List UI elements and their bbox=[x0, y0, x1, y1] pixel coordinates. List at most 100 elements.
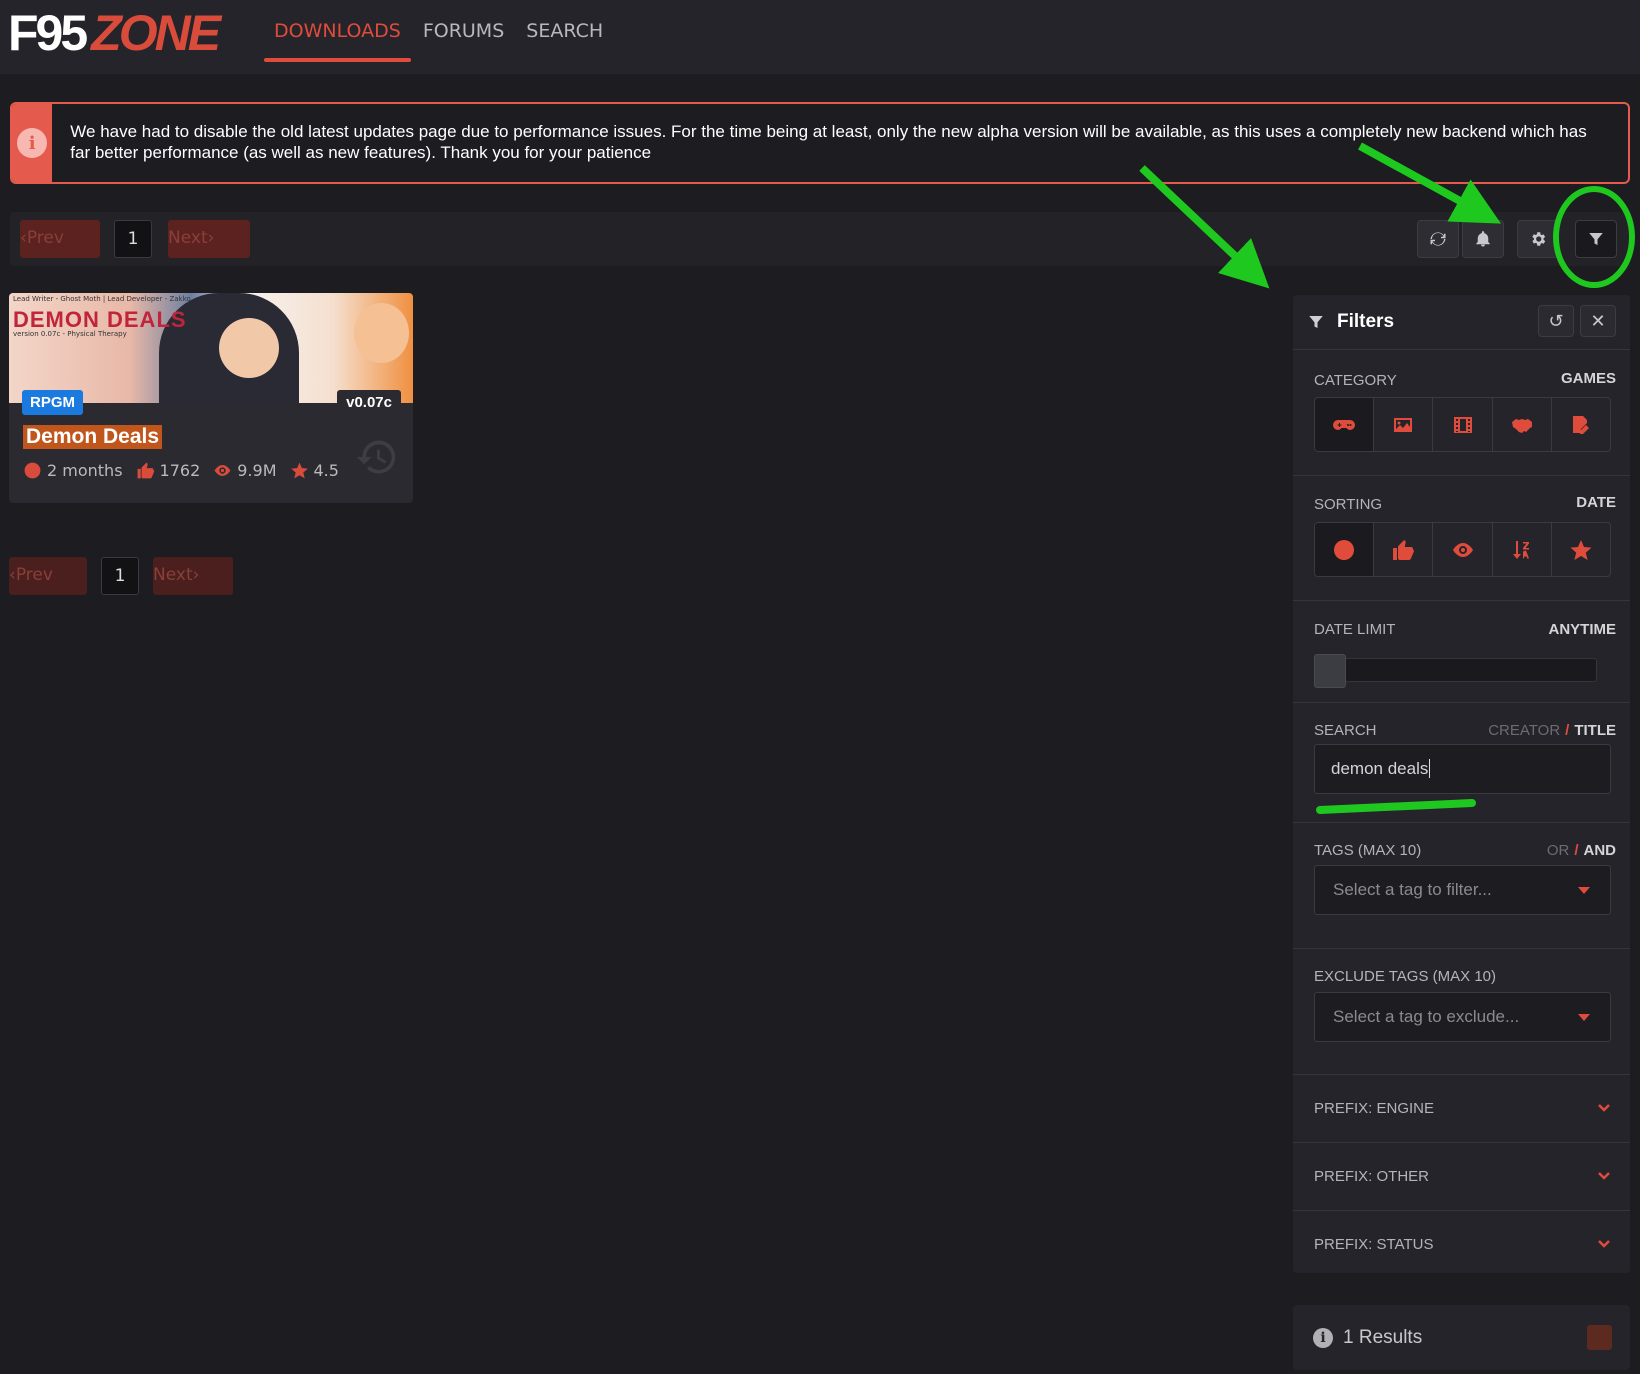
sort-rating-button[interactable] bbox=[1552, 523, 1610, 576]
date-limit-slider[interactable] bbox=[1314, 654, 1597, 688]
undo-icon: ↺ bbox=[1548, 310, 1564, 332]
exclude-select-placeholder: Select a tag to exclude... bbox=[1333, 1007, 1520, 1026]
results-count-bar: i 1 Results bbox=[1293, 1305, 1630, 1370]
notice-text: We have had to disable the old latest up… bbox=[70, 122, 1587, 162]
notifications-button[interactable] bbox=[1462, 220, 1504, 258]
refresh-button[interactable] bbox=[1417, 220, 1459, 258]
main-nav: DOWNLOADS FORUMS SEARCH bbox=[264, 0, 615, 74]
gear-icon bbox=[1532, 232, 1546, 246]
sort-alpha-button[interactable] bbox=[1493, 523, 1552, 576]
exclude-tag-select[interactable]: Select a tag to exclude... bbox=[1314, 992, 1611, 1042]
tags-section: TAGS (MAX 10) OR / AND Select a tag to fil… bbox=[1293, 823, 1630, 949]
top-bar: F95 ZONE DOWNLOADS FORUMS SEARCH bbox=[0, 0, 1640, 74]
thumbnail-version: version 0.07c - Physical Therapy bbox=[13, 330, 127, 338]
logo-right: ZONE bbox=[91, 5, 221, 61]
nav-search[interactable]: SEARCH bbox=[516, 0, 613, 74]
prev-label: Prev bbox=[26, 228, 64, 248]
next-label: Next bbox=[168, 228, 208, 248]
eye-icon bbox=[214, 464, 231, 477]
prefix-other-label: PREFIX: OTHER bbox=[1314, 1168, 1430, 1185]
prev-label: Prev bbox=[15, 565, 53, 585]
tag-select[interactable]: Select a tag to filter... bbox=[1314, 865, 1611, 915]
game-card[interactable]: Lead Writer - Ghost Moth | Lead Develope… bbox=[9, 293, 413, 503]
sort-likes-button[interactable] bbox=[1374, 523, 1434, 576]
prefix-engine-label: PREFIX: ENGINE bbox=[1314, 1100, 1435, 1117]
chevron-down-icon bbox=[1597, 1167, 1611, 1181]
category-games-button[interactable] bbox=[1315, 398, 1375, 451]
category-label: CATEGORY bbox=[1314, 372, 1397, 389]
sorting-section: SORTING DATE bbox=[1293, 476, 1630, 601]
rating-value: 4.5 bbox=[313, 461, 339, 480]
date-limit-label: DATE LIMIT bbox=[1314, 621, 1396, 638]
sorting-buttons bbox=[1314, 522, 1611, 577]
film-icon bbox=[1453, 416, 1472, 433]
clock-icon bbox=[24, 462, 41, 479]
rss-icon[interactable] bbox=[1587, 1325, 1612, 1350]
page-number[interactable]: 1 bbox=[114, 220, 152, 258]
close-icon: ✕ bbox=[1590, 310, 1606, 332]
nav-downloads[interactable]: DOWNLOADS bbox=[264, 0, 411, 74]
category-collab-button[interactable] bbox=[1493, 398, 1552, 451]
prev-page-button[interactable]: ‹ Prev bbox=[20, 220, 100, 258]
search-section: SEARCH CREATOR / TITLE demon deals bbox=[1293, 703, 1630, 823]
exclude-tags-label: EXCLUDE TAGS (MAX 10) bbox=[1314, 968, 1496, 985]
prefix-engine-accordion[interactable]: PREFIX: ENGINE bbox=[1293, 1075, 1630, 1143]
category-section: CATEGORY GAMES bbox=[1293, 351, 1630, 476]
site-logo[interactable]: F95 ZONE bbox=[8, 5, 221, 61]
game-title[interactable]: Demon Deals bbox=[23, 425, 163, 449]
handshake-icon bbox=[1511, 418, 1532, 433]
star-icon bbox=[1570, 539, 1592, 560]
search-label: SEARCH bbox=[1314, 722, 1377, 739]
next-page-button-bottom[interactable]: Next › bbox=[153, 557, 233, 595]
thumbs-up-icon bbox=[137, 462, 154, 479]
info-icon: i bbox=[1313, 1327, 1333, 1348]
file-signature-icon bbox=[1572, 415, 1589, 434]
thumbnail-figure bbox=[219, 318, 279, 378]
reset-filters-button[interactable]: ↺ bbox=[1538, 305, 1574, 337]
history-icon bbox=[355, 435, 399, 479]
settings-button[interactable] bbox=[1517, 220, 1559, 258]
separator: / bbox=[1565, 722, 1570, 739]
prefix-status-accordion[interactable]: PREFIX: STATUS bbox=[1293, 1211, 1630, 1279]
engine-badge: RPGM bbox=[22, 390, 83, 415]
category-videos-button[interactable] bbox=[1433, 398, 1493, 451]
prefix-other-accordion[interactable]: PREFIX: OTHER bbox=[1293, 1143, 1630, 1211]
nav-forums[interactable]: FORUMS bbox=[413, 0, 514, 74]
category-writing-button[interactable] bbox=[1552, 398, 1610, 451]
sort-views-button[interactable] bbox=[1433, 523, 1493, 576]
search-input[interactable]: demon deals bbox=[1314, 744, 1611, 794]
separator: / bbox=[1574, 842, 1579, 859]
next-page-button[interactable]: Next › bbox=[168, 220, 250, 258]
prefix-status-label: PREFIX: STATUS bbox=[1314, 1236, 1434, 1253]
filters-title: Filters bbox=[1337, 311, 1395, 332]
date-limit-section: DATE LIMIT ANYTIME bbox=[1293, 601, 1630, 703]
thumbs-up-icon bbox=[1393, 539, 1415, 560]
prev-page-button-bottom[interactable]: ‹ Prev bbox=[9, 557, 87, 595]
chevron-down-icon bbox=[1597, 1099, 1611, 1113]
game-thumbnail[interactable]: Lead Writer - Ghost Moth | Lead Develope… bbox=[9, 293, 413, 403]
filter-icon bbox=[1309, 316, 1323, 328]
search-mode-toggle: CREATOR / TITLE bbox=[1488, 722, 1616, 739]
filters-header: Filters ↺ ✕ bbox=[1293, 295, 1630, 350]
sort-date-button[interactable] bbox=[1315, 523, 1375, 576]
filter-icon bbox=[1589, 233, 1603, 245]
tags-label: TAGS (MAX 10) bbox=[1314, 842, 1422, 859]
tags-mode-or[interactable]: OR bbox=[1547, 842, 1570, 859]
game-meta: 2 months 1762 9.9M 4.5 bbox=[23, 461, 352, 480]
category-images-button[interactable] bbox=[1374, 398, 1434, 451]
search-mode-title[interactable]: TITLE bbox=[1574, 722, 1616, 739]
bell-icon bbox=[1476, 231, 1490, 247]
filter-button[interactable] bbox=[1575, 220, 1617, 258]
next-label: Next bbox=[153, 565, 193, 585]
rating-stat: 4.5 bbox=[290, 461, 339, 480]
search-mode-creator[interactable]: CREATOR bbox=[1488, 722, 1560, 739]
page-number-bottom[interactable]: 1 bbox=[101, 557, 139, 595]
close-filters-button[interactable]: ✕ bbox=[1580, 305, 1616, 337]
updated-stat: 2 months bbox=[23, 461, 123, 480]
likes-stat: 1762 bbox=[136, 461, 200, 480]
notice-banner: i We have had to disable the old latest … bbox=[10, 102, 1630, 184]
slider-handle[interactable] bbox=[1314, 654, 1346, 688]
tags-mode-and[interactable]: AND bbox=[1584, 842, 1617, 859]
star-icon bbox=[290, 462, 308, 479]
category-value: GAMES bbox=[1560, 370, 1616, 387]
